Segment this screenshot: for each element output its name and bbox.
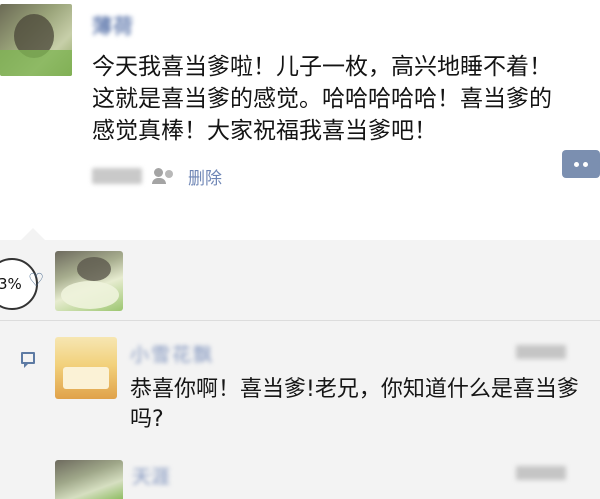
post-text: 今天我喜当爹啦！儿子一枚，高兴地睡不着！这就是喜当爹的感觉。哈哈哈哈哈！喜当爹的… <box>92 54 552 144</box>
heart-icon: ♡ <box>28 270 45 291</box>
comment-author-name[interactable]: 小雪花飘 <box>130 340 250 366</box>
more-dots-icon <box>574 161 579 167</box>
more-actions-button[interactable] <box>562 150 600 178</box>
post-meta: 删除 <box>92 164 222 189</box>
comment-timestamp <box>516 345 566 359</box>
post-timestamp <box>92 168 142 184</box>
liker-avatar[interactable] <box>55 251 123 311</box>
people-icon <box>152 166 178 186</box>
delete-link[interactable]: 删除 <box>188 164 222 189</box>
comment-avatar[interactable] <box>55 460 123 499</box>
post-author-avatar[interactable] <box>0 4 72 76</box>
comment-timestamp <box>516 466 566 480</box>
comment-avatar[interactable] <box>55 337 117 399</box>
post-author-name[interactable]: 薄荷 <box>92 10 152 38</box>
comment-text[interactable]: 恭喜你啊！喜当爹!老兄，你知道什么是喜当爹吗? <box>130 375 580 435</box>
comment-author-name[interactable]: 天涯 <box>132 462 222 488</box>
comment-icon <box>21 352 35 368</box>
panel-divider <box>0 320 600 321</box>
